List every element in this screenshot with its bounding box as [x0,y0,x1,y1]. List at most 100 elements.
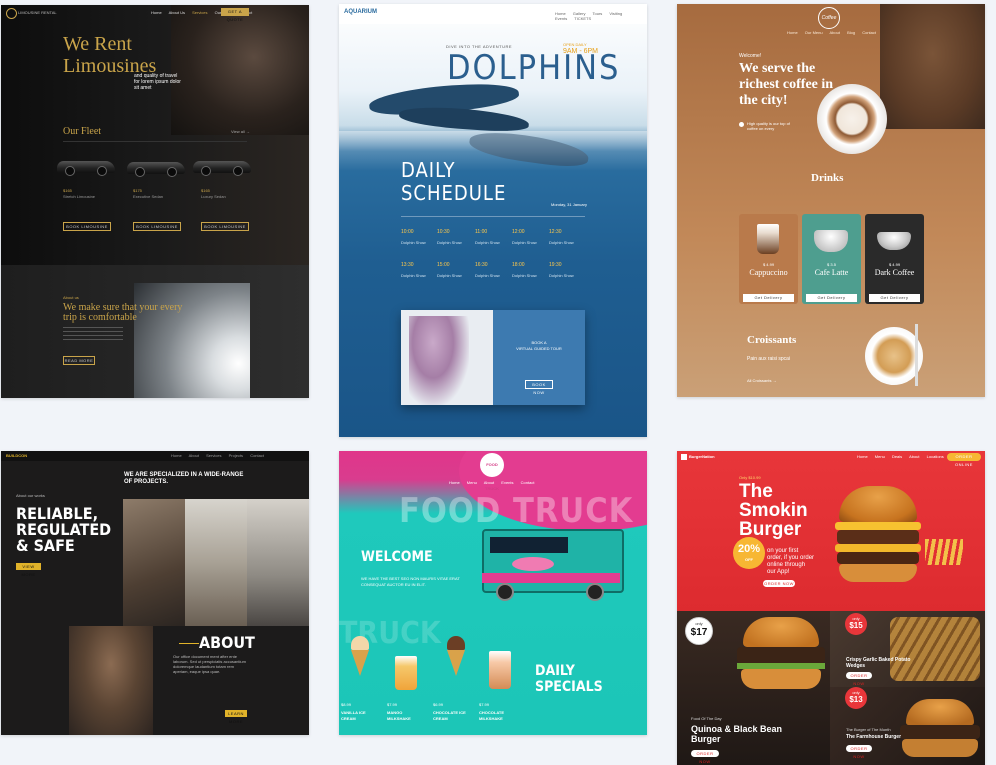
specials-line1: DAILY [535,663,575,679]
schedule-time: 13:30 [401,262,414,268]
construction-title-line3: & SAFE [16,536,75,555]
drink-card[interactable]: $ 4.99 Dark Coffee Get Delivery [865,214,924,304]
truck-wheel [586,583,604,601]
burger-nav-item[interactable]: Home [857,454,868,459]
schedule-time: 18:00 [512,262,525,268]
foodtruck-nav-item[interactable]: About [484,480,494,485]
item-price: $7.99 [387,702,398,707]
burger-nav-item[interactable]: About [909,454,919,459]
construction-view-more-button[interactable]: VIEW MORE [16,563,41,577]
car-price: $165 [63,188,72,193]
foodtruck-nav-item[interactable]: Events [501,480,513,485]
limo-tagline: and quality of travel for lorem ipsum do… [134,73,181,91]
construction-template-card[interactable]: BUILDCON Home About Services Projects Co… [1,451,309,735]
burger-hero [677,451,985,611]
coffee-nav-item[interactable]: About [829,30,839,35]
coffee-template-card[interactable]: Coffee Home Our Menu About Blog Contact … [677,4,985,397]
construction-nav-item[interactable]: Projects [229,453,243,458]
schedule-title-line1: DAILY [401,158,456,182]
coffee-nav-item[interactable]: Our Menu [805,30,823,35]
show-label: Dolphin Show [549,273,574,278]
dolphins-nav-item[interactable]: Visiting [609,11,622,16]
limousine-template-card[interactable]: LIMOUSINE RENTAL Home About Us Services … [1,5,309,398]
book-car-button[interactable]: BOOK LIMOUSINE [63,222,111,231]
farmhouse-tile[interactable]: only $13 The Burger of The Month The Far… [830,687,985,765]
foodtruck-nav-item[interactable]: Home [449,480,460,485]
schedule-time: 15:00 [437,262,450,268]
drink-card[interactable]: $ 4.99 Cappuccino Get Delivery [739,214,798,304]
drink-delivery-button[interactable]: Get Delivery [869,294,920,302]
limo-nav-item[interactable]: Services [192,10,207,15]
farmhouse-burger-image [900,699,980,759]
show-label: Dolphin Show [512,273,537,278]
bullet-icon [739,122,744,127]
coffee-note: High quality is our top of coffee on eve… [747,121,790,131]
dolphins-nav-item[interactable]: TICKETS [574,16,591,21]
burger-nav-item[interactable]: Menu [875,454,885,459]
item-name-line1: VANILLA ICE [341,710,366,715]
coffee-nav-item[interactable]: Contact [862,30,876,35]
dolphins-template-card[interactable]: AQUARIUM Home Gallery Tours Visiting Eve… [339,4,647,437]
mango-milkshake-image [395,656,417,690]
price-badge: only $15 [845,613,867,635]
burger-nav-item[interactable]: Deals [892,454,902,459]
car-name: Luxury Sedan [201,194,226,199]
burger-order-now-button[interactable]: ORDER NOW [763,580,795,587]
burger-order-online-button[interactable]: ORDER ONLINE [947,453,981,467]
burger-template-card[interactable]: BurgerNation Home Menu Deals About Locat… [677,451,985,765]
truck-window [490,537,568,553]
foodtruck-nav-item[interactable]: Contact [521,480,535,485]
limo-hero-photo [171,5,309,135]
item-name-line2: CREAM [341,716,356,721]
coffee-nav-item[interactable]: Home [787,30,798,35]
construction-nav-item[interactable]: About [189,453,199,458]
foodtruck-welcome-text-line1: WE HAVE THE BEST SEO NON MAURIS VITAE ER… [361,576,460,581]
car-name: Executive Sedan [133,194,164,199]
deal2-order-button[interactable]: ORDER NOW [846,672,872,686]
badge-price: $13 [849,695,863,704]
limo-fleet-heading: Our Fleet [63,126,102,137]
burger-nav-item[interactable]: Locations [927,454,944,459]
deal2-name-line2: Wedges [846,663,866,669]
construction-nav-item[interactable]: Services [206,453,221,458]
deal3-order-button[interactable]: ORDER NOW [846,745,872,759]
dolphins-nav-item[interactable]: Tours [593,11,603,16]
chocolate-milkshake-image [489,651,511,689]
limo-title-line1: We Rent [63,33,132,55]
vr-line1: BOOK A [531,340,547,345]
item-name-line1: CHOCOLATE ICE [433,710,466,715]
wedges-tile[interactable]: only $15 Crispy Garlic Baked Potato Wedg… [830,611,985,687]
book-car-button[interactable]: BOOK LIMOUSINE [133,222,181,231]
interior-photo [185,499,247,626]
vr-book-button[interactable]: BOOK NOW [525,380,553,395]
show-label: Dolphin Show [549,240,574,245]
drink-card[interactable]: $ 3.5 Cafe Latte Get Delivery [802,214,861,304]
book-car-button[interactable]: BOOK LIMOUSINE [201,222,249,231]
about-learn-more-button[interactable]: LEARN MORE [225,710,247,724]
limo-quote-button[interactable]: GET A QUOTE [221,8,249,22]
burger-logo-icon [681,454,687,460]
construction-nav-item[interactable]: Home [171,453,182,458]
food-truck-template-card[interactable]: FOOD TRUCK Home Menu About Events Contac… [339,451,647,735]
about-text: Our office document ment after ente labo… [173,654,246,674]
vr-person-photo [409,316,469,405]
promo-line2: order, if you order [767,555,815,561]
limo-nav-item[interactable]: Home [151,10,162,15]
limo-read-more-button[interactable]: READ MORE [63,356,95,365]
food-day-order-button[interactable]: ORDER NOW [691,750,719,764]
divider [63,141,247,142]
foodtruck-nav-item[interactable]: Menu [467,480,477,485]
construction-nav-item[interactable]: Contact [250,453,264,458]
limo-fleet-link[interactable]: View all → [231,129,250,134]
coffee-nav-item[interactable]: Blog [847,30,855,35]
drink-delivery-button[interactable]: Get Delivery [743,294,794,302]
burger-price-tag: Only $10.99 [739,475,761,480]
coffee-nav: Home Our Menu About Blog Contact [787,30,985,80]
drink-delivery-button[interactable]: Get Delivery [806,294,857,302]
item-price: $8.99 [341,702,352,707]
dolphins-nav-item[interactable]: Events [555,16,567,21]
croissants-link[interactable]: All Croissants → [747,378,777,383]
food-of-day-tile[interactable]: only $17 Food Of The Day Quinoa & Black … [677,611,830,765]
limo-nav-item[interactable]: About Us [169,10,185,15]
chocolate-ice-cream-image [447,636,465,676]
